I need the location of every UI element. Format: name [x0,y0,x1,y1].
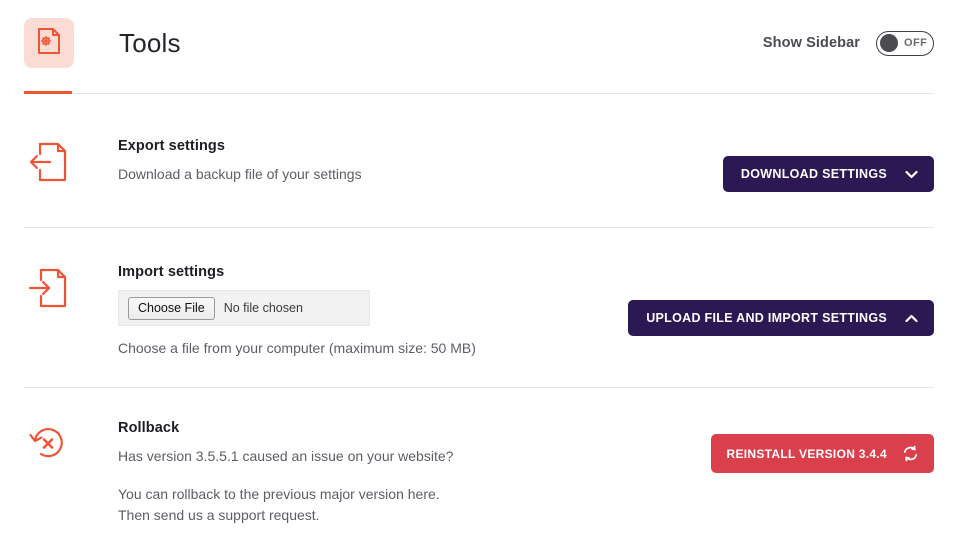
choose-file-button[interactable]: Choose File [128,297,215,320]
toggle-knob [880,34,898,52]
export-description: Download a backup file of your settings [118,164,707,184]
export-action: DOWNLOAD SETTINGS [707,138,934,192]
rollback-description-line2: You can rollback to the previous major v… [118,484,695,504]
file-import-arrow-right-icon [28,266,68,315]
section-rollback: Rollback Has version 3.5.5.1 caused an i… [0,388,958,525]
upload-import-settings-button[interactable]: UPLOAD FILE AND IMPORT SETTINGS [628,300,934,336]
rollback-description: Has version 3.5.5.1 caused an issue on y… [118,446,695,466]
page-title: Tools [119,30,181,56]
file-status-text: No file chosen [224,301,303,315]
file-gear-icon [36,27,62,60]
section-export-settings: Export settings Download a backup file o… [0,94,958,228]
show-sidebar-label: Show Sidebar [763,35,860,51]
import-title: Import settings [118,264,612,280]
download-settings-label: DOWNLOAD SETTINGS [741,167,887,181]
page-icon-badge [24,18,74,68]
file-export-arrow-left-icon [28,140,68,189]
reinstall-version-label: REINSTALL VERSION 3.4.4 [727,447,888,461]
page-header: Tools Show Sidebar OFF [0,0,958,94]
rollback-circular-arrow-x-icon [27,422,69,469]
import-description: Choose a file from your computer (maximu… [118,340,612,356]
show-sidebar-toggle[interactable]: OFF [876,31,934,56]
file-input-row[interactable]: Choose File No file chosen [118,290,370,326]
upload-import-settings-label: UPLOAD FILE AND IMPORT SETTINGS [646,311,887,325]
import-action: UPLOAD FILE AND IMPORT SETTINGS [612,264,934,336]
toggle-state-label: OFF [904,37,927,49]
rollback-icon-wrap [24,420,72,469]
tools-page: Tools Show Sidebar OFF [0,0,958,540]
download-settings-button[interactable]: DOWNLOAD SETTINGS [723,156,934,192]
export-body: Export settings Download a backup file o… [72,138,707,184]
export-title: Export settings [118,138,707,154]
export-icon-wrap [24,138,72,189]
rollback-body: Rollback Has version 3.5.5.1 caused an i… [72,420,695,525]
rollback-title: Rollback [118,420,695,436]
import-icon-wrap [24,264,72,315]
section-import-settings: Import settings Choose File No file chos… [0,228,958,388]
rollback-action: REINSTALL VERSION 3.4.4 [695,420,935,473]
chevron-down-icon [905,170,918,179]
import-body: Import settings Choose File No file chos… [72,264,612,356]
chevron-up-icon [905,314,918,323]
refresh-sync-icon [901,444,920,463]
rollback-description-line3: Then send us a support request. [118,505,695,525]
reinstall-version-button[interactable]: REINSTALL VERSION 3.4.4 [711,434,935,473]
